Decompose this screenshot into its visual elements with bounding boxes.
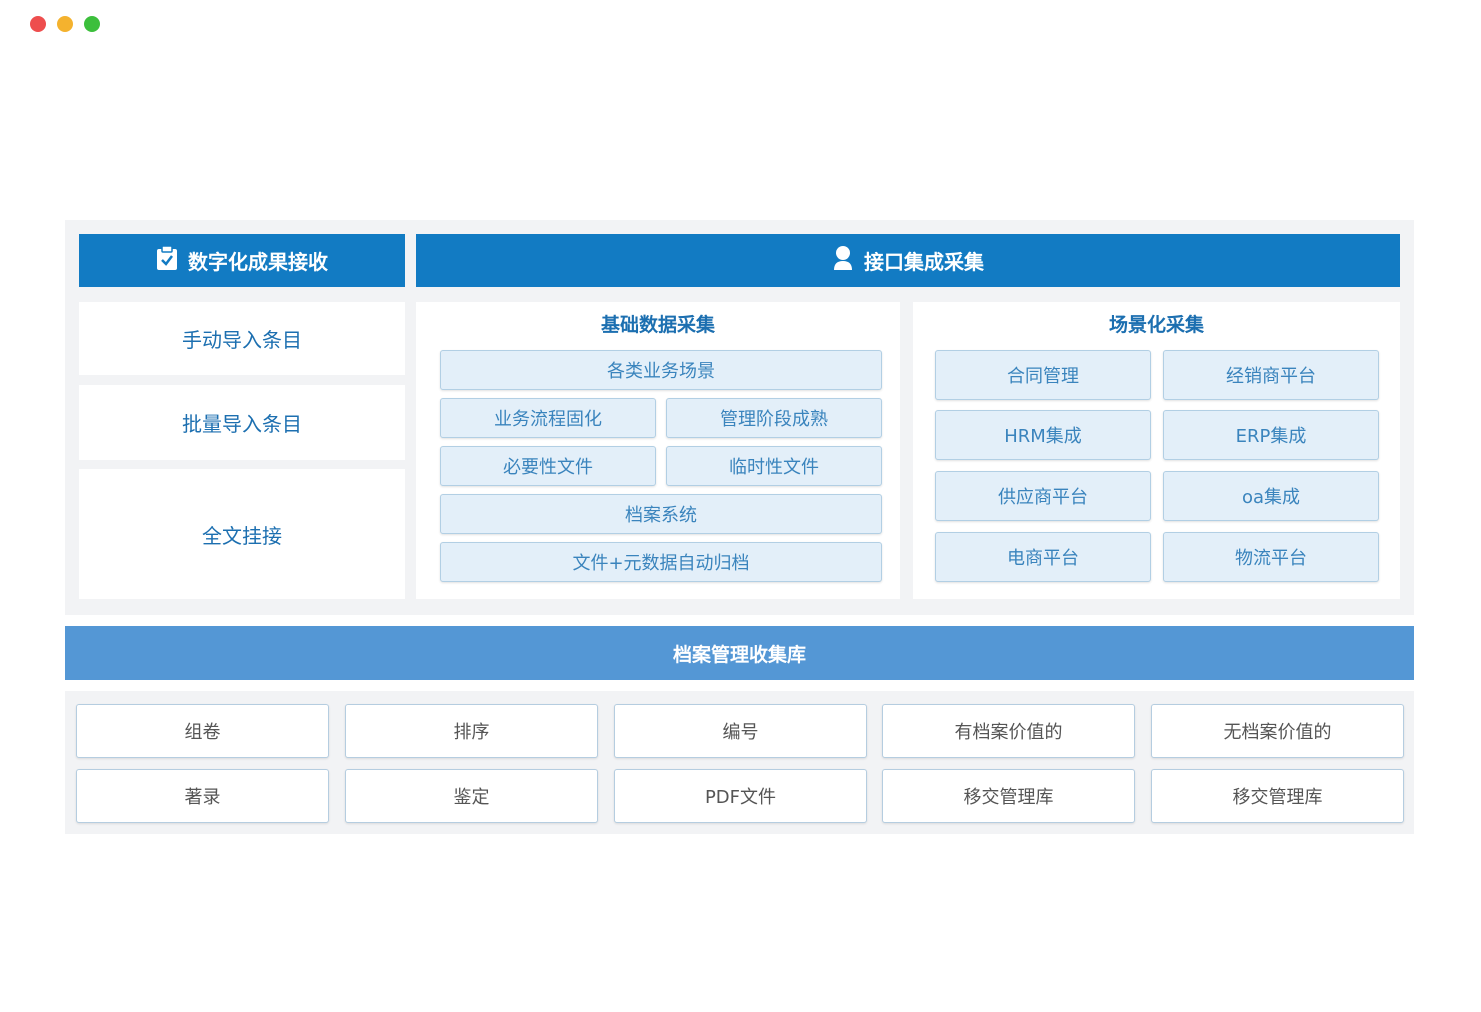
minimize-window-button[interactable] (57, 16, 73, 32)
basic-box[interactable]: 管理阶段成熟 (666, 398, 882, 438)
scenario-box[interactable]: oa集成 (1163, 471, 1379, 521)
process-box[interactable]: 有档案价值的 (882, 704, 1135, 758)
scenario-box[interactable]: ERP集成 (1163, 410, 1379, 460)
digital-results-header: 数字化成果接收 (79, 234, 405, 287)
process-box[interactable]: 无档案价值的 (1151, 704, 1404, 758)
basic-data-section: 基础数据采集 各类业务场景 业务流程固化 管理阶段成熟 必要性文件 临时性文件 … (416, 302, 900, 599)
scenario-box[interactable]: 经销商平台 (1163, 350, 1379, 400)
process-box[interactable]: 著录 (76, 769, 329, 823)
interface-integration-title: 接口集成采集 (864, 250, 984, 274)
scenario-box[interactable]: 合同管理 (935, 350, 1151, 400)
process-box[interactable]: 组卷 (76, 704, 329, 758)
clipboard-check-icon (156, 245, 178, 276)
batch-import-item[interactable]: 批量导入条目 (79, 385, 405, 460)
basic-box[interactable]: 必要性文件 (440, 446, 656, 486)
basic-data-title: 基础数据采集 (600, 314, 715, 336)
process-box[interactable]: 编号 (614, 704, 867, 758)
basic-box[interactable]: 临时性文件 (666, 446, 882, 486)
basic-box[interactable]: 档案系统 (440, 494, 882, 534)
scenario-box[interactable]: HRM集成 (935, 410, 1151, 460)
digital-results-title: 数字化成果接收 (188, 250, 328, 274)
archive-collection-library-bar: 档案管理收集库 (65, 626, 1414, 680)
window-controls (30, 16, 100, 32)
user-icon (832, 245, 854, 276)
scenario-box[interactable]: 物流平台 (1163, 532, 1379, 582)
close-window-button[interactable] (30, 16, 46, 32)
scenario-title: 场景化采集 (1108, 314, 1204, 336)
maximize-window-button[interactable] (84, 16, 100, 32)
interface-integration-header: 接口集成采集 (416, 234, 1400, 287)
basic-box[interactable]: 业务流程固化 (440, 398, 656, 438)
collection-panel: 数字化成果接收 接口集成采集 手动导入条目 批量导入条目 全文挂接 基础数据采集… (65, 220, 1414, 615)
process-box[interactable]: 排序 (345, 704, 598, 758)
process-box[interactable]: 移交管理库 (882, 769, 1135, 823)
scenario-box[interactable]: 供应商平台 (935, 471, 1151, 521)
processing-panel: 组卷 排序 编号 有档案价值的 无档案价值的 著录 鉴定 PDF文件 移交管理库… (65, 691, 1414, 834)
scenario-box[interactable]: 电商平台 (935, 532, 1151, 582)
process-box[interactable]: 鉴定 (345, 769, 598, 823)
process-box[interactable]: 移交管理库 (1151, 769, 1404, 823)
basic-box[interactable]: 各类业务场景 (440, 350, 882, 390)
scenario-section: 场景化采集 合同管理 经销商平台 HRM集成 ERP集成 供应商平台 oa集成 … (913, 302, 1400, 599)
fulltext-attach-item[interactable]: 全文挂接 (79, 469, 405, 599)
manual-import-item[interactable]: 手动导入条目 (79, 302, 405, 375)
process-box[interactable]: PDF文件 (614, 769, 867, 823)
basic-box[interactable]: 文件+元数据自动归档 (440, 542, 882, 582)
